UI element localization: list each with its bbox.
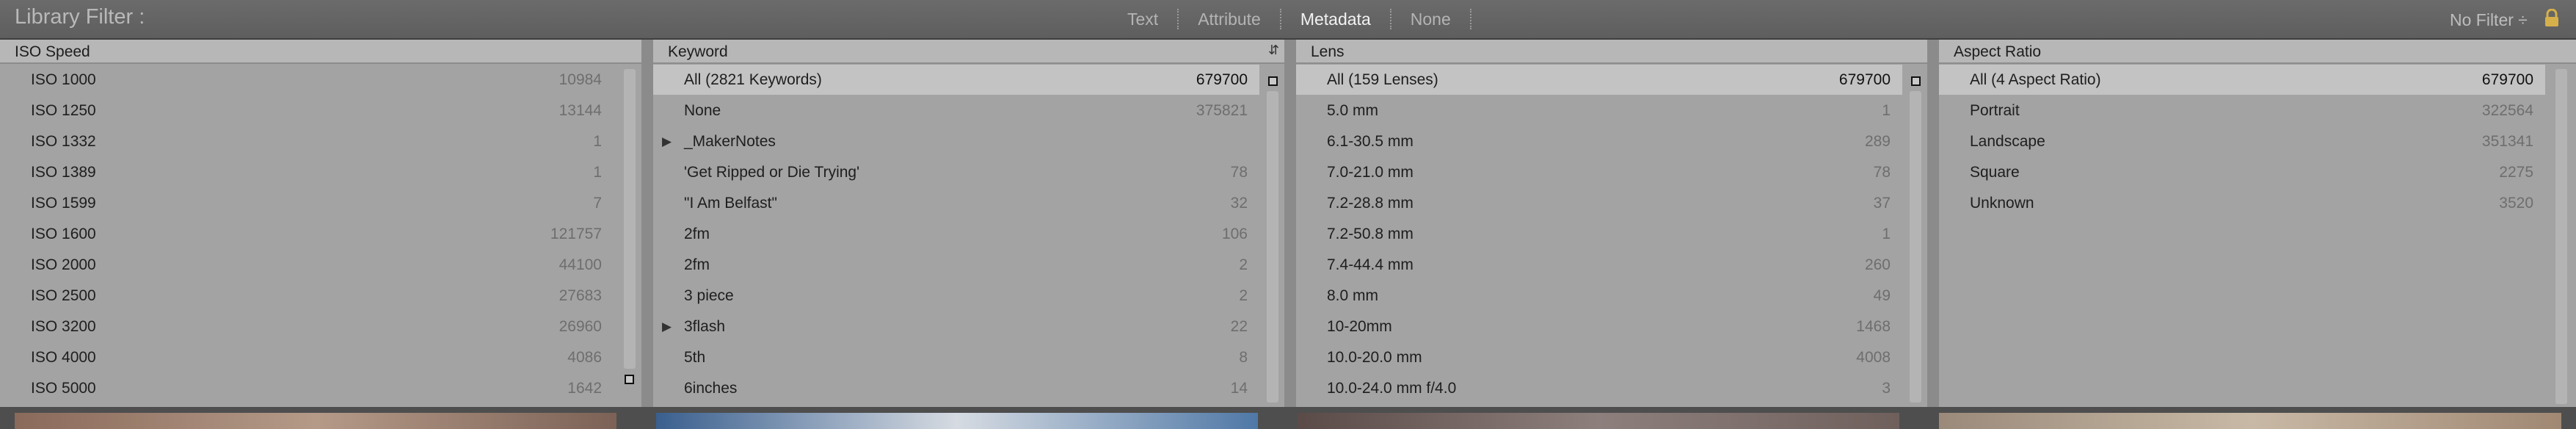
list-item[interactable]: 5th 8	[653, 342, 1259, 372]
sort-icon[interactable]: ⇵	[1268, 43, 1279, 58]
list-item[interactable]: 5.0 mm 1	[1296, 95, 1902, 126]
grid-thumbnail-strip	[0, 407, 2576, 429]
list-item[interactable]: 2fm 106	[653, 219, 1259, 249]
list-item[interactable]: 7.2-50.8 mm 1	[1296, 219, 1902, 249]
lock-icon[interactable]	[2542, 9, 2561, 28]
iso-speed-header[interactable]: ISO Speed	[0, 40, 641, 64]
list-item[interactable]: Square 2275	[1939, 157, 2545, 187]
list-item[interactable]: 8.0 mm 49	[1296, 281, 1902, 311]
list-item[interactable]: 10-20mm 1468	[1296, 311, 1902, 342]
list-item[interactable]: Portrait 322564	[1939, 95, 2545, 126]
mode-attribute-tab[interactable]: Attribute	[1179, 10, 1280, 29]
library-filter-title: Library Filter :	[15, 5, 145, 29]
list-item[interactable]: ISO 1600 121757	[0, 219, 641, 249]
list-item[interactable]: ISO 1599 7	[0, 188, 641, 218]
mode-none-tab[interactable]: None	[1391, 10, 1470, 29]
column-divider[interactable]	[641, 40, 653, 407]
list-item[interactable]: 'Get Ripped or Die Trying' 78	[653, 157, 1259, 187]
scroll-thumb[interactable]	[1268, 76, 1278, 86]
list-item[interactable]: 6.1-30.5 mm 289	[1296, 126, 1902, 156]
aspect-ratio-column: All (4 Aspect Ratio) 679700 Portrait 32256…	[1939, 65, 2576, 407]
disclosure-triangle-icon[interactable]: ▶	[662, 126, 672, 156]
photo-thumbnail[interactable]	[1298, 413, 1899, 429]
list-item[interactable]: ISO 3200 26960	[0, 311, 641, 342]
scrollbar[interactable]	[624, 69, 636, 369]
scrollbar[interactable]	[2555, 69, 2567, 404]
library-filter-bar: Library Filter : Text Attribute Metadata…	[0, 0, 2576, 40]
list-item[interactable]: Landscape 351341	[1939, 126, 2545, 156]
iso-speed-column: ISO 1000 10984 ISO 1250 13144 ISO 1332 1 IS…	[0, 65, 641, 407]
list-item[interactable]: 3 piece 2	[653, 281, 1259, 311]
list-item[interactable]: ISO 5000 1642	[0, 373, 641, 403]
list-item[interactable]: ▶ 3flash 22	[653, 311, 1259, 342]
scroll-thumb[interactable]	[1911, 76, 1921, 86]
list-item[interactable]: 7.2-28.8 mm 37	[1296, 188, 1902, 218]
aspect-ratio-header[interactable]: Aspect Ratio	[1939, 40, 2576, 64]
list-item[interactable]: ISO 1000 10984	[0, 65, 641, 95]
list-item[interactable]: ISO 1332 1	[0, 126, 641, 156]
scrollbar[interactable]	[1267, 91, 1278, 403]
list-item[interactable]: 2fm 2	[653, 250, 1259, 280]
list-item[interactable]: ISO 2000 44100	[0, 250, 641, 280]
list-item[interactable]: 10.0-24.0 mm f/4.0 3	[1296, 373, 1902, 403]
list-item[interactable]: All (4 Aspect Ratio) 679700	[1939, 65, 2545, 95]
keyword-column: All (2821 Keywords) 679700 None 375821 ▶ _M…	[653, 65, 1284, 407]
list-item[interactable]: All (159 Lenses) 679700	[1296, 65, 1902, 95]
filter-mode-tabs: Text Attribute Metadata None	[1108, 0, 1471, 38]
list-item[interactable]: 6inches 14	[653, 373, 1259, 403]
list-item[interactable]: 7.4-44.4 mm 260	[1296, 250, 1902, 280]
list-item[interactable]: ISO 1250 13144	[0, 95, 641, 126]
keyword-header[interactable]: Keyword	[653, 40, 1284, 64]
scroll-thumb[interactable]	[625, 375, 634, 384]
filter-preset-dropdown[interactable]: No Filter ÷	[2450, 10, 2528, 30]
disclosure-triangle-icon[interactable]: ▶	[662, 311, 672, 342]
mode-text-tab[interactable]: Text	[1108, 10, 1177, 29]
list-item[interactable]: ISO 1389 1	[0, 157, 641, 187]
list-item[interactable]: ISO 4000 4086	[0, 342, 641, 372]
list-item[interactable]: None 375821	[653, 95, 1259, 126]
mode-metadata-tab[interactable]: Metadata	[1281, 10, 1390, 29]
photo-thumbnail[interactable]	[656, 413, 1258, 429]
list-item[interactable]: "I Am Belfast" 32	[653, 188, 1259, 218]
mode-separator	[1469, 9, 1471, 29]
list-item[interactable]: 10.0-20.0 mm 4008	[1296, 342, 1902, 372]
list-item[interactable]: All (2821 Keywords) 679700	[653, 65, 1259, 95]
list-item[interactable]: ▶ _MakerNotes	[653, 126, 1259, 156]
scrollbar[interactable]	[1910, 91, 1921, 403]
list-item[interactable]: Unknown 3520	[1939, 188, 2545, 218]
lens-column: All (159 Lenses) 679700 5.0 mm 1 6.1-30.5 …	[1296, 65, 1927, 407]
photo-thumbnail[interactable]	[15, 413, 616, 429]
list-item[interactable]: ISO 2500 27683	[0, 281, 641, 311]
list-item[interactable]: 7.0-21.0 mm 78	[1296, 157, 1902, 187]
column-divider[interactable]	[1927, 40, 1939, 407]
photo-thumbnail[interactable]	[1939, 413, 2561, 429]
lens-header[interactable]: Lens	[1296, 40, 1927, 64]
column-divider[interactable]	[1284, 40, 1296, 407]
